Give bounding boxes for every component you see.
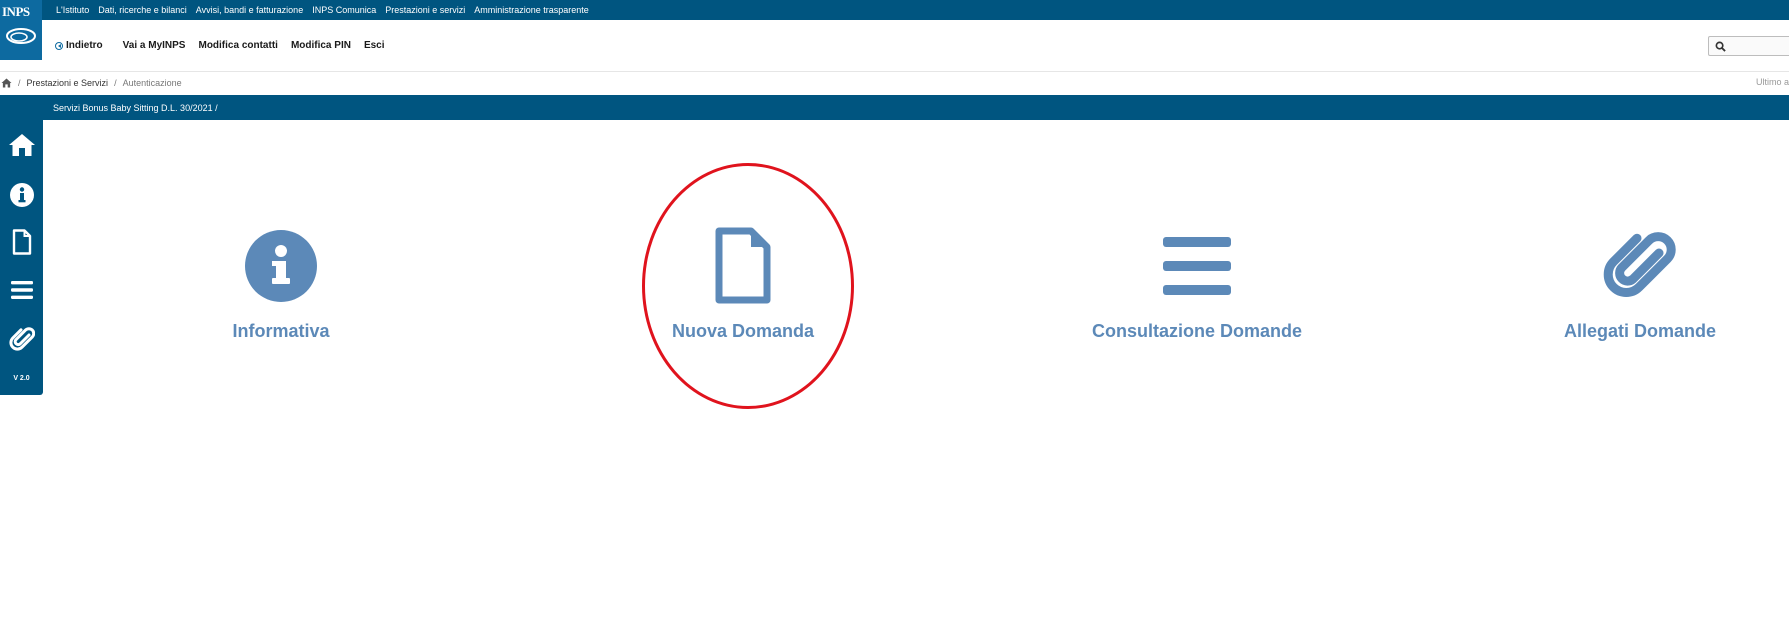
card-label-nuova-domanda: Nuova Domanda — [672, 321, 815, 341]
top-links: L'Istituto Dati, ricerche e bilanci Avvi… — [56, 0, 589, 20]
sidebar: V 2.0 — [0, 95, 43, 395]
top-link-istituto[interactable]: L'Istituto — [56, 5, 89, 15]
sidebar-allegati-button[interactable] — [0, 319, 43, 359]
last-update-text: Ultimo a — [1756, 77, 1789, 87]
card-consultazione-domande[interactable]: Consultazione Domande — [1092, 225, 1302, 342]
inps-logo[interactable]: INPS — [0, 0, 42, 60]
search-input[interactable] — [1708, 36, 1789, 56]
card-label-informativa: Informativa — [232, 321, 330, 341]
top-link-avvisi[interactable]: Avvisi, bandi e fatturazione — [196, 5, 303, 15]
back-arrow-icon — [55, 41, 63, 50]
logo-swirl-icon — [6, 28, 36, 44]
sidebar-info-button[interactable] — [0, 175, 43, 215]
search-icon — [1715, 41, 1726, 52]
back-link[interactable]: Indietro — [55, 40, 103, 51]
nav-esci-link[interactable]: Esci — [364, 40, 385, 51]
card-informativa[interactable]: Informativa — [233, 225, 330, 342]
logo-text: INPS — [2, 4, 30, 19]
sidebar-nuova-domanda-button[interactable] — [0, 222, 43, 262]
nav-modifica-contatti-link[interactable]: Modifica contatti — [198, 40, 277, 51]
top-link-comunica[interactable]: INPS Comunica — [312, 5, 376, 15]
document-icon — [713, 225, 773, 307]
service-title: Servizi Bonus Baby Sitting D.L. 30/2021 … — [53, 102, 218, 113]
paperclip-icon — [8, 327, 35, 351]
nav-myinps-link[interactable]: Vai a MyINPS — [123, 40, 186, 51]
top-link-prestazioni[interactable]: Prestazioni e servizi — [385, 5, 465, 15]
list-icon — [1163, 225, 1231, 307]
back-label: Indietro — [66, 40, 103, 51]
info-circle-icon — [244, 225, 318, 307]
top-link-dati[interactable]: Dati, ricerche e bilanci — [98, 5, 187, 15]
user-nav-bar: Indietro Vai a MyINPS Modifica contatti … — [0, 20, 1789, 72]
card-label-consultazione-domande: Consultazione Domande — [1092, 321, 1303, 341]
document-icon — [12, 229, 31, 255]
breadcrumb-prestazioni-link[interactable]: Prestazioni e Servizi — [27, 78, 109, 88]
top-bar: L'Istituto Dati, ricerche e bilanci Avvi… — [0, 0, 1789, 20]
paperclip-icon — [1603, 225, 1677, 307]
top-link-trasparente[interactable]: Amministrazione trasparente — [474, 5, 589, 15]
nav-modifica-pin-link[interactable]: Modifica PIN — [291, 40, 351, 51]
version-label: V 2.0 — [13, 375, 30, 382]
info-icon — [9, 183, 34, 207]
service-bar: Servizi Bonus Baby Sitting D.L. 30/2021 … — [0, 95, 1789, 120]
sidebar-consultazione-button[interactable] — [0, 270, 43, 310]
list-icon — [10, 281, 33, 299]
breadcrumb: / Prestazioni e Servizi / Autenticazione — [0, 75, 182, 91]
home-icon — [8, 134, 35, 156]
sidebar-home-button[interactable] — [0, 125, 43, 165]
breadcrumb-current: Autenticazione — [122, 78, 182, 88]
breadcrumb-separator: / — [18, 78, 21, 88]
breadcrumb-separator: / — [114, 78, 117, 88]
card-allegati-domande[interactable]: Allegati Domande — [1564, 225, 1716, 342]
card-label-allegati-domande: Allegati Domande — [1564, 321, 1717, 341]
card-nuova-domanda[interactable]: Nuova Domanda — [672, 225, 814, 342]
home-icon[interactable] — [1, 78, 12, 88]
